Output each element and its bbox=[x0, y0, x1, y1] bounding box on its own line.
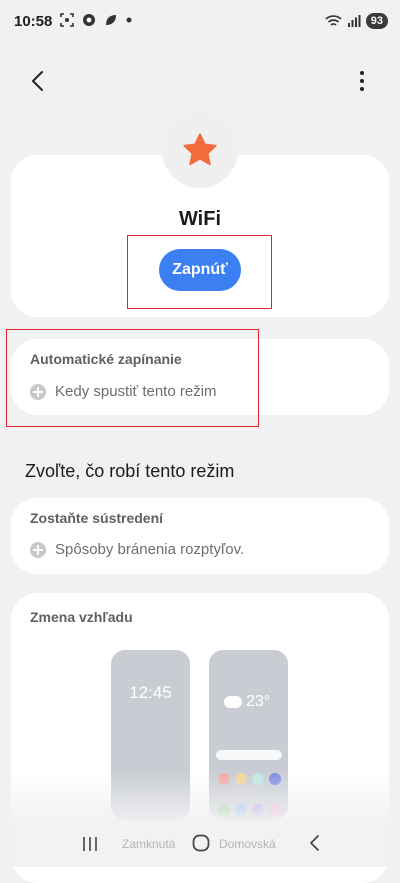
highlight-box-auto-on bbox=[6, 329, 259, 427]
back-nav-icon[interactable] bbox=[305, 833, 325, 853]
dot-icon bbox=[126, 17, 132, 23]
home-preview-temp: 23° bbox=[246, 693, 271, 710]
chrome-icon bbox=[83, 14, 95, 26]
signal-icon bbox=[347, 15, 361, 27]
wifi-icon bbox=[325, 15, 342, 26]
appearance-label: Zmena vzhľadu bbox=[30, 609, 133, 625]
more-vertical-icon bbox=[360, 71, 364, 91]
status-bar: 10:58 93 bbox=[0, 0, 400, 44]
home-preview-search-bar bbox=[216, 750, 282, 760]
section-heading: Zvoľte, čo robí tento režim bbox=[25, 461, 235, 481]
status-time: 10:58 bbox=[14, 13, 53, 30]
screenshot-icon bbox=[60, 13, 74, 27]
navigation-bar bbox=[0, 822, 400, 867]
plus-circle-icon bbox=[30, 541, 46, 558]
mode-icon-badge[interactable] bbox=[162, 112, 238, 188]
more-options-button[interactable] bbox=[349, 66, 379, 96]
focus-card[interactable]: Zostaňte sústredení Spôsoby bránenia roz… bbox=[11, 498, 389, 574]
notification-icons bbox=[60, 13, 132, 27]
lock-preview-time: 12:45 bbox=[129, 683, 172, 702]
focus-label: Zostaňte sústredení bbox=[30, 510, 164, 526]
highlight-box-turn-on bbox=[127, 235, 272, 309]
chevron-left-icon bbox=[32, 71, 43, 91]
system-icons: 93 bbox=[325, 13, 388, 29]
home-icon[interactable] bbox=[191, 833, 211, 853]
leaf-icon bbox=[106, 15, 116, 25]
recent-apps-icon[interactable] bbox=[80, 834, 100, 854]
star-icon bbox=[183, 133, 217, 166]
mode-title: WiFi bbox=[178, 208, 222, 230]
focus-action: Spôsoby bránenia rozptyľov. bbox=[55, 541, 245, 558]
back-button[interactable] bbox=[24, 66, 54, 96]
focus-add-row[interactable]: Spôsoby bránenia rozptyľov. bbox=[30, 541, 244, 558]
weather-icon bbox=[224, 692, 244, 708]
home-preview-weather: 23° bbox=[224, 692, 271, 711]
battery-badge: 93 bbox=[365, 13, 388, 29]
